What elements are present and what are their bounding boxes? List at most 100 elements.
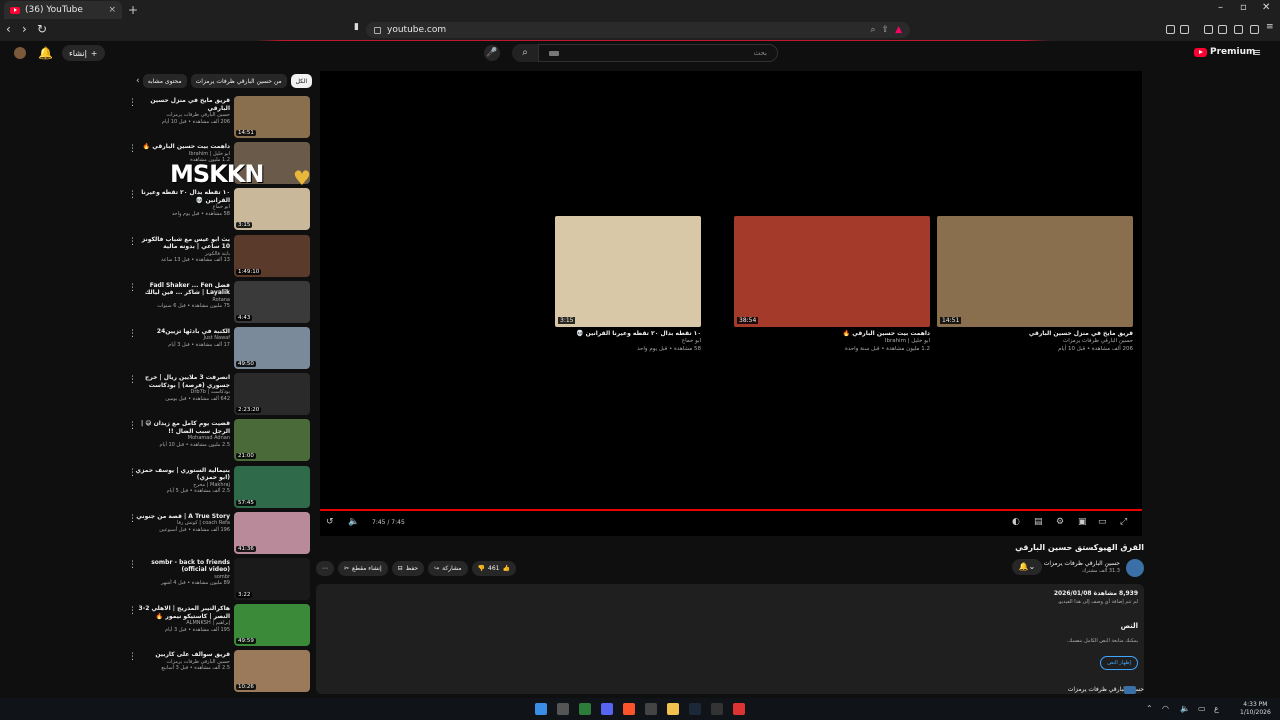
list-item[interactable]: ⋮ 2:23:20 انصرفت 3 ملايين ريال | خرج جسوري… [126, 373, 312, 419]
channel-name[interactable]: حسين البارقي ظرفات يرمزات [937, 337, 1133, 345]
video-player[interactable]: 14:51 قريق مايخ في منزل حسين البارقي حسين … [320, 71, 1142, 536]
video-thumbnail[interactable]: 38:54 [734, 216, 930, 327]
like-dislike-button[interactable]: 👎 461 👍 [471, 560, 516, 576]
chip[interactable]: من حسين البارقي ظرفات يرمزات [190, 74, 287, 88]
video-title[interactable]: ١٠ تقطه بدال ٢٠ تقطه وعيرنا القرانين 💀 [134, 189, 230, 204]
list-item[interactable]: ⋮ 3:15 ١٠ تقطه بدال ٢٠ تقطه وعيرنا القراني… [126, 188, 312, 234]
address-bar[interactable]: youtube.com ⌕ ⇪ ▲ [366, 22, 910, 38]
video-thumbnail[interactable]: 1:49:10 [234, 234, 310, 277]
video-thumbnail[interactable]: 49:59 [234, 604, 310, 647]
save-button[interactable]: ⊟ حفظ [391, 560, 425, 576]
list-item[interactable]: ⋮ 57:45 بنيمالية الستوري | يوسف حمزي (ابو … [126, 465, 312, 512]
app-icon[interactable] [733, 703, 745, 715]
video-thumbnail[interactable]: 2:23:20 [234, 373, 310, 416]
battery-icon[interactable]: ▭ [1198, 704, 1206, 713]
video-title[interactable]: داهمت بيت حسين البارقي 🔥 [134, 143, 230, 151]
tab-close-icon[interactable]: × [108, 5, 116, 15]
extension-icon[interactable] [1166, 25, 1175, 34]
description-box[interactable]: 8,939 مشاهدة 2026/01/08 لم تتم إضافة أي … [316, 584, 1144, 694]
forward-icon[interactable]: › [22, 22, 27, 36]
video-title[interactable]: قريق سوالف على كاربين [134, 651, 230, 659]
video-thumbnail[interactable]: 10:26 [234, 650, 310, 693]
video-title[interactable]: هاكرالنيبر المدريج | الاهلي 2-3 النصر | … [134, 605, 230, 620]
browser-tab[interactable]: (36) YouTube × [4, 1, 122, 19]
fullscreen-icon[interactable]: ⤢ [1120, 517, 1127, 527]
subtitles-icon[interactable]: ▤ [1034, 517, 1043, 527]
notifications-bell-icon[interactable]: 🔔 [38, 46, 53, 60]
endscreen-video-card[interactable]: 14:51 قريق مايخ في منزل حسين البارقي حسين … [937, 216, 1133, 353]
keyboard-icon[interactable] [549, 50, 559, 56]
list-item[interactable]: ⋮ 49:50 الكنبة في بادئها تزيين24 Just Nawaf… [126, 326, 312, 373]
more-actions-button[interactable]: ⋯ [316, 560, 334, 576]
guide-menu-icon[interactable]: ≡ [1252, 46, 1261, 59]
video-title[interactable]: فضل Fadl Shaker ... Fen Layalik | شاكر .… [134, 282, 230, 297]
search-icon[interactable]: ⌕ [512, 44, 538, 62]
chip[interactable]: محتوى مشابه [142, 74, 187, 88]
video-thumbnail[interactable]: 41:36 [234, 511, 310, 554]
app-icon[interactable] [645, 703, 657, 715]
site-info-icon[interactable] [374, 26, 381, 34]
chip[interactable]: الكل [290, 74, 312, 88]
youtube-logo[interactable]: Premium [1194, 47, 1255, 57]
replay-icon[interactable]: ↺ [326, 517, 334, 527]
video-title[interactable]: قريق مايخ في منزل حسين البارقي [937, 330, 1133, 337]
back-icon[interactable]: ‹ [6, 22, 11, 36]
create-button[interactable]: إنشاء + [62, 45, 105, 61]
list-item[interactable]: ⋮ 10:26 قريق سوالف على كاربين حسين البارقي … [126, 650, 312, 696]
new-tab-button[interactable]: + [128, 3, 138, 17]
video-title[interactable]: الكنبة في بادئها تزيين24 [134, 328, 230, 336]
video-title[interactable]: انصرفت 3 ملايين ريال | خرج جسوري (فرصة) … [134, 374, 230, 389]
video-title[interactable]: sombr - back to friends (official video) [134, 559, 230, 574]
channel-name[interactable]: حسين البارقي ظرفات يرمزات [1044, 560, 1120, 567]
video-thumbnail[interactable]: 57:45 [234, 465, 310, 508]
vpn-icon[interactable] [1250, 25, 1259, 34]
bookmark-icon[interactable]: ▮ [354, 22, 359, 32]
xbox-icon[interactable] [579, 703, 591, 715]
clip-button[interactable]: ✂ إنشاء مقطع [338, 560, 388, 576]
file-explorer-icon[interactable] [667, 703, 679, 715]
share-page-icon[interactable]: ⇪ [882, 25, 890, 35]
video-thumbnail[interactable]: 3:22 [234, 557, 310, 600]
list-item[interactable]: ⋮ 49:59 هاكرالنيبر المدريج | الاهلي 2-3 ال… [126, 604, 312, 650]
chips-left-arrow-icon[interactable]: ‹ [136, 76, 140, 86]
discord-icon[interactable] [601, 703, 613, 715]
video-thumbnail[interactable]: 3:15 [555, 216, 701, 327]
progress-bar[interactable] [320, 509, 1142, 511]
list-item[interactable]: ⋮ 41:36 A True Story | قصة من جنوني coach R… [126, 511, 312, 558]
clock[interactable]: 4:33 PM 1/10/2026 [1240, 701, 1271, 717]
leo-icon[interactable] [1234, 25, 1243, 34]
theater-mode-icon[interactable]: ▭ [1098, 517, 1107, 527]
video-thumbnail[interactable]: 3:15 [234, 188, 310, 231]
volume-icon[interactable]: 🔈 [1180, 704, 1190, 713]
subscribed-bell-button[interactable]: 🔔⌄ [1012, 559, 1042, 575]
like-icon[interactable]: 👍 [502, 565, 509, 572]
tray-chevron-icon[interactable]: ⌃ [1146, 704, 1153, 713]
settings-gear-icon[interactable]: ⚙ [1056, 517, 1064, 527]
brave-icon[interactable] [623, 703, 635, 715]
list-item[interactable]: ⋮ 21:00 قضيت يوم كامل مع زيدان 😅 | الرجل س… [126, 419, 312, 465]
video-thumbnail[interactable]: 49:50 [234, 326, 310, 369]
video-title[interactable]: A True Story | قصة من جنوني [134, 513, 230, 521]
zoom-icon[interactable]: ⌕ [870, 25, 875, 35]
list-item[interactable]: ⋮ 1:49:10 بث ابو عيس مع شباب فالكونز 10 سا… [126, 234, 312, 281]
video-title[interactable]: بنيمالية الستوري | يوسف حمزي (ابو حمزي) [134, 467, 230, 482]
minimize-icon[interactable]: – [1218, 2, 1223, 13]
maximize-icon[interactable]: ▫ [1240, 2, 1247, 13]
wallet-icon[interactable] [1218, 25, 1227, 34]
close-window-icon[interactable]: ✕ [1262, 2, 1270, 13]
video-thumbnail[interactable]: 21:00 [234, 419, 310, 462]
dislike-icon[interactable]: 👎 [478, 565, 485, 572]
miniplayer-icon[interactable]: ▣ [1078, 517, 1087, 527]
video-thumbnail[interactable]: 14:51 [234, 96, 310, 138]
volume-icon[interactable]: 🔈 [348, 517, 359, 527]
video-title[interactable]: ١٠ تقطه بدال ٢٠ تقطه وعيرنا القرانين 💀 [555, 330, 701, 337]
list-item[interactable]: ⋮ 14:51 قريق مايخ في منزل حسين البارقي حسين… [126, 96, 312, 142]
video-title[interactable]: قريق مايخ في منزل حسين البارقي [134, 97, 230, 112]
video-thumbnail[interactable]: 14:51 [937, 216, 1133, 327]
steam-icon[interactable] [689, 703, 701, 715]
app-icon[interactable] [711, 703, 723, 715]
list-item[interactable]: ⋮ 3:22 sombr - back to friends (official v… [126, 557, 312, 604]
brave-shield-icon[interactable]: ▲ [895, 25, 902, 35]
search-icon[interactable] [557, 703, 569, 715]
wifi-icon[interactable]: ◠ [1162, 704, 1169, 713]
